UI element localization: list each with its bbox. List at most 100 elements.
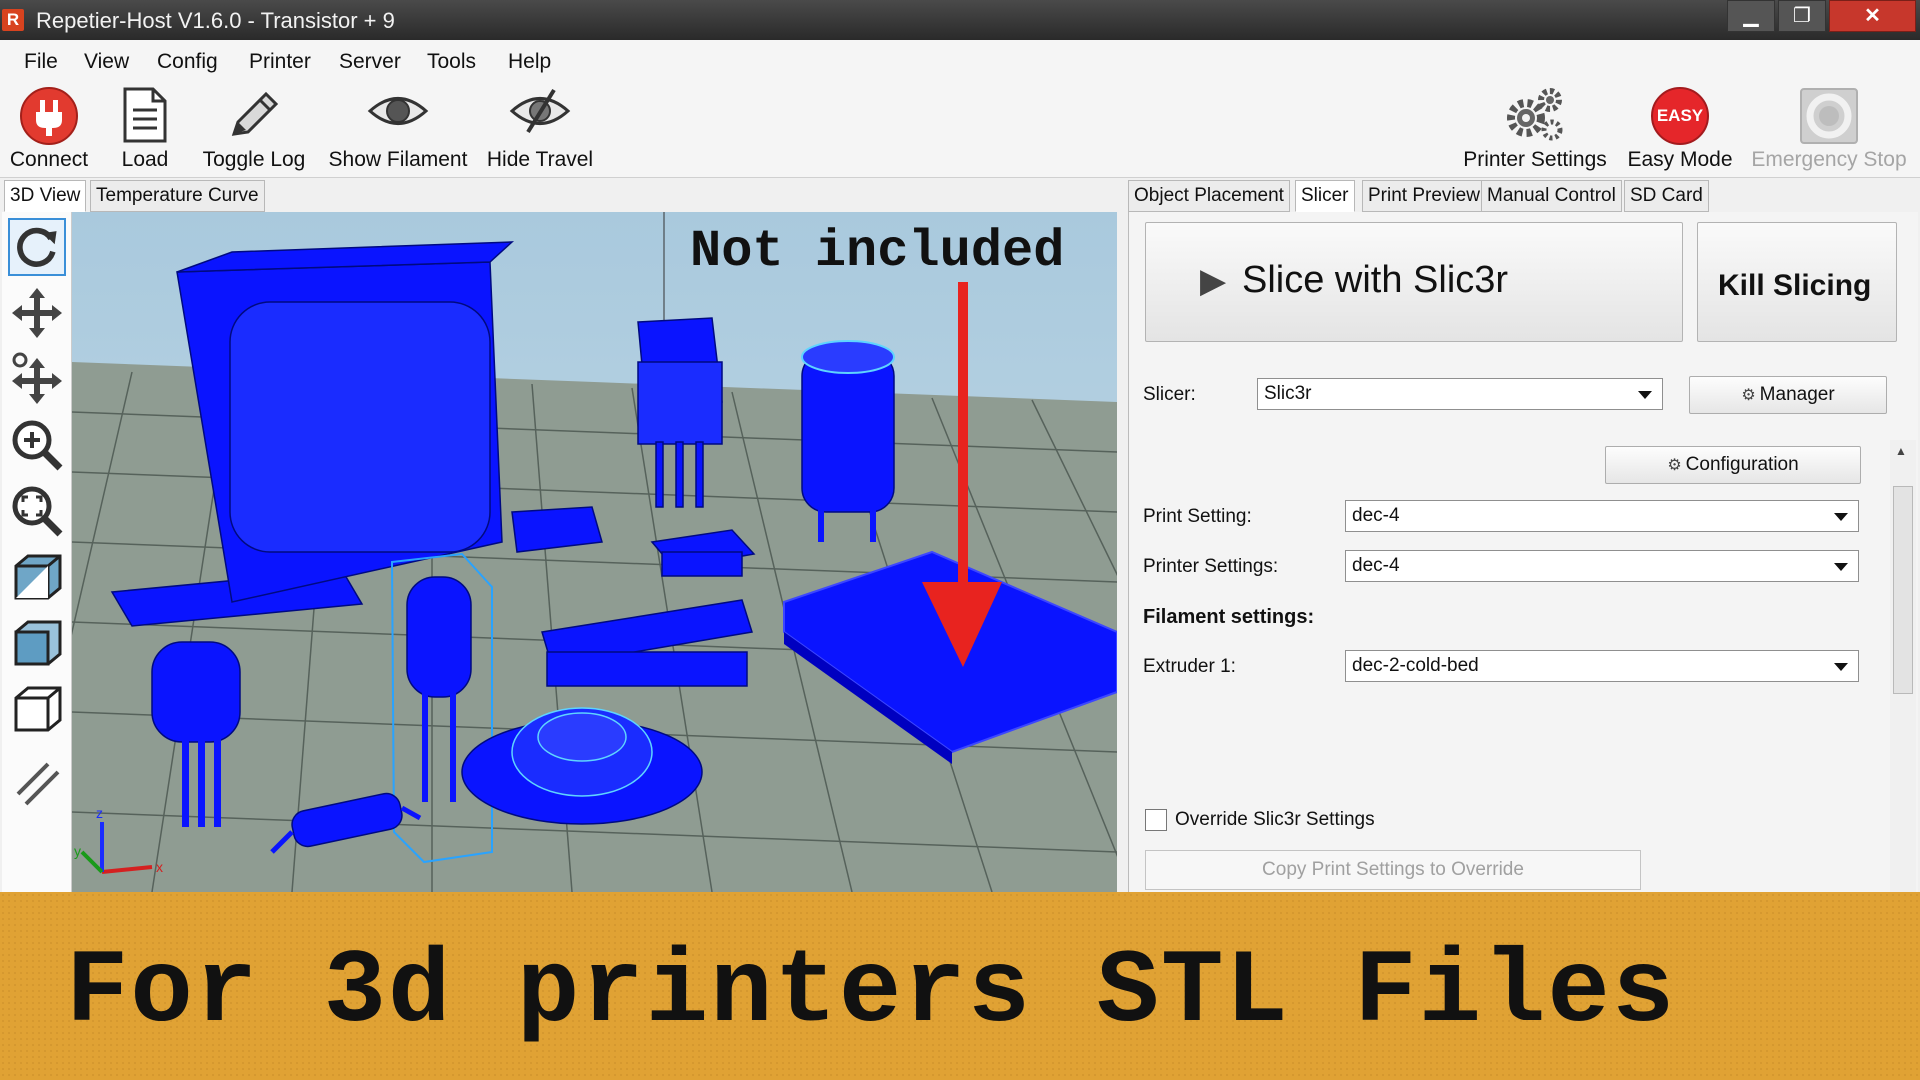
- easy-mode-label: Easy Mode: [1627, 148, 1733, 171]
- panel-scrollbar[interactable]: ▲: [1890, 440, 1916, 898]
- easy-badge-text: EASY: [1656, 106, 1704, 125]
- chevron-down-icon: [1834, 563, 1848, 571]
- fit-icon[interactable]: [8, 482, 66, 540]
- tab-print-preview[interactable]: Print Preview: [1362, 180, 1486, 212]
- extruder-1-label: Extruder 1:: [1143, 656, 1236, 677]
- connect-label: Connect: [9, 148, 89, 171]
- load-button[interactable]: Load: [112, 84, 178, 178]
- easy-mode-button[interactable]: EASY Easy Mode: [1622, 84, 1738, 178]
- tab-object-placement[interactable]: Object Placement: [1128, 180, 1290, 212]
- menu-config[interactable]: Config: [157, 50, 218, 74]
- gear-icon: ⚙: [1667, 457, 1682, 474]
- left-tab-strip: 3D View Temperature Curve: [0, 180, 1120, 212]
- iso-view-icon[interactable]: [8, 548, 66, 606]
- top-view-icon[interactable]: [8, 680, 66, 738]
- menu-printer[interactable]: Printer: [249, 50, 311, 74]
- override-label: Override Slic3r Settings: [1175, 809, 1375, 830]
- promo-banner: For 3d printers STL Files: [0, 892, 1920, 1080]
- connect-button[interactable]: Connect: [6, 84, 92, 178]
- window-title: Repetier-Host V1.6.0 - Transistor + 9: [36, 8, 395, 33]
- maximize-button[interactable]: ❐: [1778, 0, 1826, 32]
- title-bar: R Repetier-Host V1.6.0 - Transistor + 9 …: [0, 0, 1920, 40]
- chevron-down-icon: [1834, 663, 1848, 671]
- copy-print-settings-button[interactable]: Copy Print Settings to Override: [1145, 850, 1641, 890]
- document-icon: [123, 87, 167, 143]
- close-button[interactable]: ✕: [1829, 0, 1916, 32]
- slicer-select-value: Slic3r: [1264, 383, 1312, 404]
- slice-button-label: Slice with Slic3r: [1242, 259, 1509, 301]
- axis-x-label: x: [156, 859, 163, 875]
- menu-help[interactable]: Help: [508, 50, 551, 74]
- gear-icon: ⚙: [1741, 387, 1756, 404]
- slicer-select[interactable]: Slic3r: [1257, 378, 1663, 410]
- zoom-icon[interactable]: [8, 416, 66, 474]
- kill-slicing-button[interactable]: Kill Slicing: [1697, 222, 1897, 342]
- manager-button-label: Manager: [1759, 384, 1835, 405]
- show-filament-label: Show Filament: [328, 148, 468, 171]
- tab-3d-view[interactable]: 3D View: [4, 180, 87, 212]
- configuration-button-label: Configuration: [1685, 454, 1799, 475]
- printer-settings-value: dec-4: [1352, 555, 1400, 576]
- eye-icon: [367, 97, 429, 125]
- minimize-button[interactable]: ▁: [1727, 0, 1775, 32]
- manager-button[interactable]: ⚙ Manager: [1689, 376, 1887, 414]
- banner-text: For 3d printers STL Files: [66, 934, 1677, 1052]
- 3d-scene: x z y: [72, 212, 1117, 892]
- scroll-up-icon[interactable]: ▲: [1895, 444, 1907, 458]
- slice-button[interactable]: ▶ Slice with Slic3r: [1145, 222, 1683, 342]
- load-label: Load: [121, 148, 169, 171]
- main-toolbar: Connect Load Toggle Log Show Filament Hi…: [0, 84, 1920, 178]
- eye-slash-icon: [509, 88, 571, 134]
- hide-travel-button[interactable]: Hide Travel: [484, 84, 596, 178]
- gears-icon: [1507, 88, 1563, 141]
- emergency-stop-button[interactable]: Emergency Stop: [1748, 84, 1910, 178]
- printer-settings-label: Printer Settings:: [1143, 556, 1279, 577]
- print-setting-label: Print Setting:: [1143, 506, 1252, 527]
- move-icon[interactable]: [8, 284, 66, 342]
- override-checkbox[interactable]: [1145, 809, 1167, 831]
- not-included-note: Not included: [690, 222, 1065, 281]
- tab-temperature-curve[interactable]: Temperature Curve: [90, 180, 265, 212]
- view-tool-column: [2, 212, 72, 892]
- power-plug-icon: [20, 87, 78, 145]
- parallel-icon[interactable]: [8, 754, 66, 812]
- extruder-1-select[interactable]: dec-2-cold-bed: [1345, 650, 1859, 682]
- menu-tools[interactable]: Tools: [427, 50, 476, 74]
- printer-settings-select[interactable]: dec-4: [1345, 550, 1859, 582]
- chevron-down-icon: [1834, 513, 1848, 521]
- right-tab-strip: Object Placement Slicer Print Preview Ma…: [1128, 180, 1918, 212]
- configuration-button[interactable]: ⚙ Configuration: [1605, 446, 1861, 484]
- pan-icon[interactable]: [8, 350, 66, 408]
- play-icon: ▶: [1200, 262, 1227, 300]
- tab-sd-card[interactable]: SD Card: [1624, 180, 1709, 212]
- print-setting-value: dec-4: [1352, 505, 1400, 526]
- printer-settings-label: Printer Settings: [1463, 148, 1607, 171]
- toggle-log-button[interactable]: Toggle Log: [198, 84, 310, 178]
- menu-file[interactable]: File: [24, 50, 58, 74]
- emergency-stop-label: Emergency Stop: [1751, 148, 1907, 171]
- slicer-panel: ▶ Slice with Slic3r Kill Slicing Slicer:…: [1128, 212, 1918, 898]
- extruder-1-value: dec-2-cold-bed: [1352, 655, 1479, 676]
- kill-slicing-label: Kill Slicing: [1718, 269, 1872, 302]
- printer-settings-button[interactable]: Printer Settings: [1460, 84, 1610, 178]
- pencil-icon: [231, 91, 279, 136]
- scrollbar-thumb[interactable]: [1893, 486, 1913, 694]
- print-setting-select[interactable]: dec-4: [1345, 500, 1859, 532]
- axis-y-label: y: [74, 843, 81, 859]
- slicer-label: Slicer:: [1143, 384, 1196, 405]
- front-view-icon[interactable]: [8, 614, 66, 672]
- menu-view[interactable]: View: [84, 50, 129, 74]
- menu-bar: File View Config Printer Server Tools He…: [0, 40, 1920, 84]
- toggle-log-label: Toggle Log: [202, 148, 306, 171]
- show-filament-button[interactable]: Show Filament: [326, 84, 470, 178]
- tab-manual-control[interactable]: Manual Control: [1481, 180, 1622, 212]
- app-logo-icon: R: [2, 9, 24, 31]
- 3d-viewport[interactable]: x z y: [72, 212, 1117, 892]
- rotate-icon[interactable]: [8, 218, 66, 276]
- emergency-stop-icon: [1800, 88, 1858, 144]
- chevron-down-icon: [1638, 391, 1652, 399]
- filament-settings-heading: Filament settings:: [1143, 606, 1315, 628]
- menu-server[interactable]: Server: [339, 50, 401, 74]
- tab-slicer[interactable]: Slicer: [1295, 180, 1355, 212]
- axis-z-label: z: [96, 805, 103, 821]
